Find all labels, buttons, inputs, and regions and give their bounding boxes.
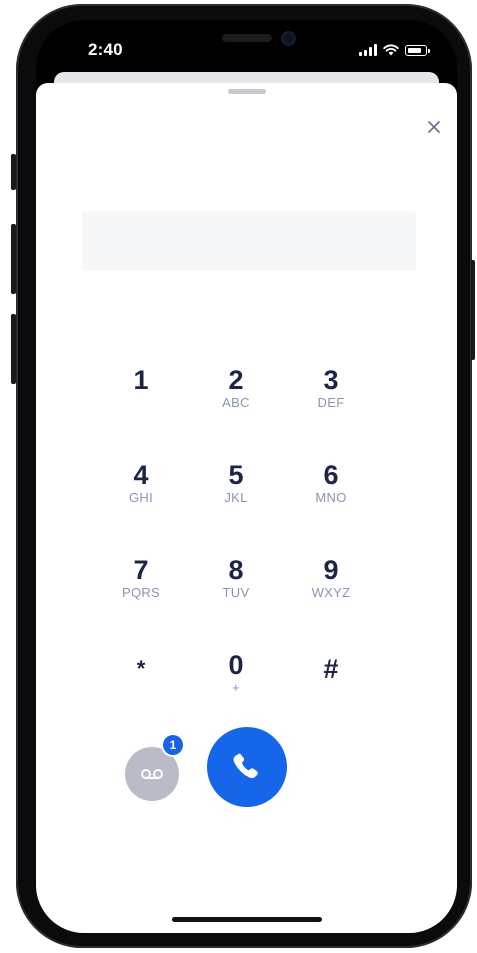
power-button xyxy=(471,260,475,360)
key-letters: + xyxy=(232,680,240,695)
battery-icon xyxy=(405,45,430,56)
key-0[interactable]: 0 + xyxy=(201,650,271,720)
speaker-grille xyxy=(222,34,272,42)
voicemail-button[interactable] xyxy=(125,747,179,801)
key-6[interactable]: 6 MNO xyxy=(296,460,366,530)
phone-screen: 2:40 1 2 ABC 3 DEF 4 GHI 5 JKL 6 MNO 7 P… xyxy=(36,20,457,933)
key-5[interactable]: 5 JKL xyxy=(201,460,271,530)
home-indicator[interactable] xyxy=(172,917,322,922)
key-digit: 0 xyxy=(228,650,244,680)
volume-down-button xyxy=(11,314,16,384)
key-digit: 8 xyxy=(228,555,244,585)
front-camera xyxy=(283,33,294,44)
key-letters: DEF xyxy=(317,395,345,410)
close-icon[interactable] xyxy=(426,119,442,135)
number-input[interactable] xyxy=(82,211,416,271)
key-digit: 3 xyxy=(323,365,339,395)
key-digit: 7 xyxy=(133,555,149,585)
sheet-grabber[interactable] xyxy=(228,89,266,94)
key-9[interactable]: 9 WXYZ xyxy=(296,555,366,625)
status-bar: 2:40 xyxy=(36,20,457,76)
key-letters: JKL xyxy=(224,490,248,505)
key-2[interactable]: 2 ABC xyxy=(201,365,271,435)
key-digit: * xyxy=(136,656,146,681)
key-digit: 6 xyxy=(323,460,339,490)
key-digit: # xyxy=(323,654,339,684)
key-letters: GHI xyxy=(128,490,153,505)
voicemail-icon xyxy=(141,769,163,779)
key-letters: PQRS xyxy=(121,585,161,600)
key-4[interactable]: 4 GHI xyxy=(106,460,176,530)
key-digit: 5 xyxy=(228,460,244,490)
key-letters: WXYZ xyxy=(311,585,351,600)
key-digit: 4 xyxy=(133,460,149,490)
status-icons xyxy=(359,42,430,56)
key-digit: 2 xyxy=(228,365,244,395)
key-letters: TUV xyxy=(222,585,250,600)
call-button[interactable] xyxy=(207,727,287,807)
key-8[interactable]: 8 TUV xyxy=(201,555,271,625)
key-digit: 9 xyxy=(323,555,339,585)
key-letters: MNO xyxy=(315,490,347,505)
voicemail-badge: 1 xyxy=(163,735,183,755)
mute-switch xyxy=(11,154,16,190)
status-time: 2:40 xyxy=(88,40,123,59)
phone-icon xyxy=(233,753,258,779)
wifi-icon xyxy=(383,44,399,56)
key-letters: ABC xyxy=(222,395,250,410)
key-hash[interactable]: # xyxy=(296,650,366,720)
volume-up-button xyxy=(11,224,16,294)
dialer-sheet: 1 2 ABC 3 DEF 4 GHI 5 JKL 6 MNO 7 PQRS 8… xyxy=(36,83,457,933)
signal-icon xyxy=(359,44,377,56)
key-1[interactable]: 1 xyxy=(106,365,176,435)
key-star[interactable]: * xyxy=(106,650,176,720)
key-digit: 1 xyxy=(133,365,149,395)
key-3[interactable]: 3 DEF xyxy=(296,365,366,435)
key-7[interactable]: 7 PQRS xyxy=(106,555,176,625)
